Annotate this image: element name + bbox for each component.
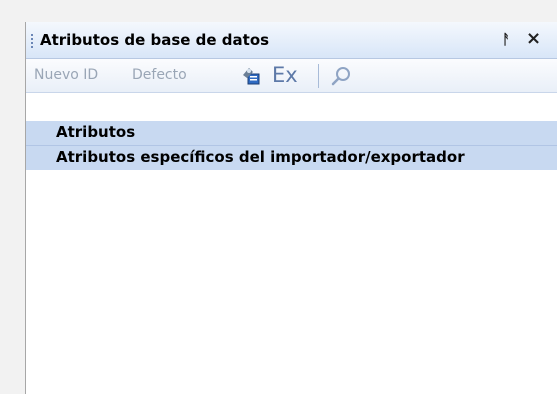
list-item[interactable]: Atributos específicos del importador/exp… <box>26 146 557 170</box>
search-icon[interactable] <box>330 65 352 87</box>
list-item-label: Atributos específicos del importador/exp… <box>56 148 465 166</box>
toolbar-separator <box>318 64 319 88</box>
panel-title: Atributos de base de datos <box>40 31 270 49</box>
default-button[interactable]: Defecto <box>132 67 187 83</box>
new-id-button[interactable]: Nuevo ID <box>34 67 98 83</box>
pin-icon[interactable]: ᚨ <box>502 32 510 48</box>
database-attributes-panel: Atributos de base de datos ᚨ × Nuevo ID … <box>25 22 557 394</box>
panel-toolbar: Nuevo ID Defecto Ex <box>26 59 557 93</box>
list-item-label: Atributos <box>56 123 136 141</box>
ex-button[interactable]: Ex <box>272 63 298 87</box>
panel-titlebar[interactable]: Atributos de base de datos ᚨ × <box>26 22 557 59</box>
drag-grip-icon[interactable] <box>31 34 33 49</box>
close-icon[interactable]: × <box>526 28 541 49</box>
list-item[interactable]: Atributos <box>26 121 557 146</box>
database-key-icon[interactable] <box>241 66 261 86</box>
